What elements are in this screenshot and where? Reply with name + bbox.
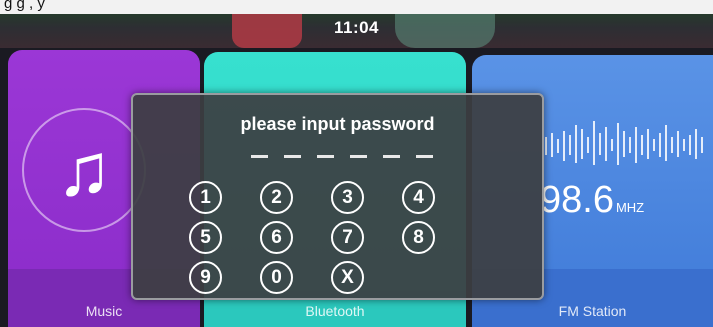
- cut-off-text: g g , y: [4, 0, 45, 12]
- key-8[interactable]: 8: [402, 221, 435, 254]
- music-icon-circle: ♫: [22, 108, 146, 232]
- password-mask: [251, 155, 433, 158]
- password-dash: [350, 155, 367, 158]
- key-9[interactable]: 9: [189, 261, 222, 294]
- bluetooth-label: Bluetooth: [305, 303, 365, 319]
- key-6[interactable]: 6: [260, 221, 293, 254]
- key-2[interactable]: 2: [260, 181, 293, 214]
- key-4[interactable]: 4: [402, 181, 435, 214]
- dialog-title: please input password: [240, 114, 435, 134]
- clear-key[interactable]: X: [331, 261, 364, 294]
- password-dialog: please input password 1 2 3 4 5 6 7 8 9 …: [131, 93, 544, 300]
- password-dash: [317, 155, 334, 158]
- sound-wave-icon: [545, 121, 703, 165]
- key-7[interactable]: 7: [331, 221, 364, 254]
- key-3[interactable]: 3: [331, 181, 364, 214]
- password-dash: [251, 155, 268, 158]
- frequency-value: 98.6: [540, 179, 614, 221]
- frequency-unit: MHZ: [615, 200, 645, 215]
- clock: 11:04: [333, 18, 380, 37]
- password-dash: [284, 155, 301, 158]
- key-1[interactable]: 1: [189, 181, 222, 214]
- password-dash: [416, 155, 433, 158]
- password-dash: [383, 155, 400, 158]
- key-5[interactable]: 5: [189, 221, 222, 254]
- music-label: Music: [85, 303, 123, 319]
- music-note-icon: ♫: [56, 128, 112, 211]
- key-0[interactable]: 0: [260, 261, 293, 294]
- top-strip: g g , y: [0, 0, 713, 14]
- fm-frequency: 98.6 MHZ: [540, 179, 644, 222]
- fm-label: FM Station: [558, 303, 627, 319]
